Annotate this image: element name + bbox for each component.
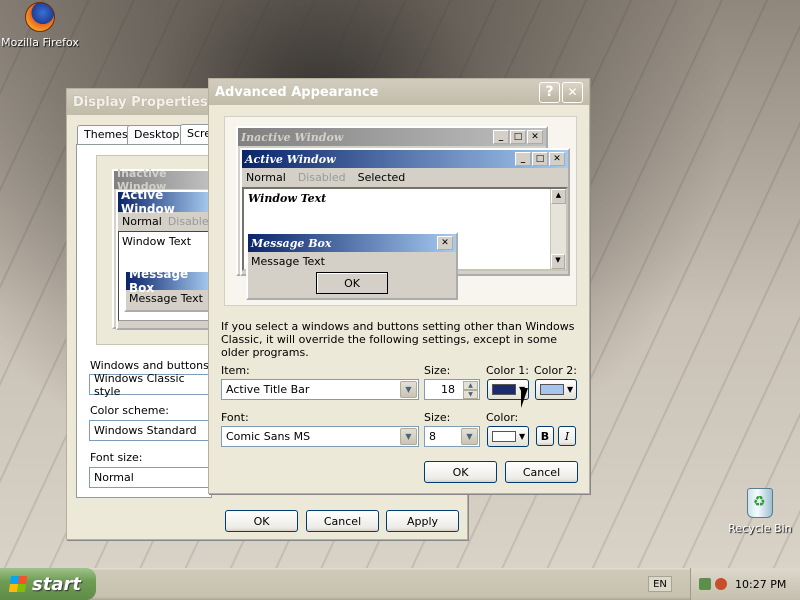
desktop-icon-recycle-bin[interactable]: Recycle Bin	[720, 488, 800, 535]
adv-preview-menu-normal: Normal	[246, 171, 286, 184]
window-title: Advanced Appearance	[215, 84, 379, 100]
close-icon: ✕	[549, 152, 565, 166]
color-scheme-value: Windows Standard	[94, 424, 197, 437]
dp-ok-button[interactable]: OK	[225, 510, 298, 532]
item-size-spinner[interactable]: 18 ▲ ▼	[424, 379, 480, 400]
adv-preview-inactive-titlebar: Inactive Window _ □ ✕	[238, 128, 546, 146]
preview-message-box: Message Box Message Text	[124, 267, 212, 312]
font-size-label: Font size:	[90, 451, 143, 464]
tab-desktop[interactable]: Desktop	[127, 125, 187, 144]
start-button[interactable]: start	[0, 568, 96, 600]
language-indicator[interactable]: EN	[648, 576, 672, 592]
spinner-arrows[interactable]: ▲ ▼	[463, 381, 478, 399]
font-color-swatch	[492, 431, 516, 442]
windows-buttons-value: Windows Classic style	[94, 371, 185, 398]
adv-preview-window-text: Window Text	[248, 192, 327, 205]
preview-window-text: Window Text	[122, 235, 192, 248]
adv-preview-message-titlebar: Message Box ✕	[248, 234, 456, 252]
desktop-icon-firefox[interactable]: Mozilla Firefox	[0, 2, 80, 49]
font-size-value: 8	[429, 430, 436, 443]
dp-apply-button[interactable]: Apply	[386, 510, 459, 532]
color2-label: Color 2:	[534, 364, 577, 377]
minimize-icon: _	[515, 152, 531, 166]
font-select[interactable]: Comic Sans MS ▼	[221, 426, 419, 447]
close-icon: ✕	[437, 236, 453, 250]
network-icon[interactable]	[699, 578, 711, 590]
adv-preview-menu-disabled: Disabled	[297, 171, 346, 184]
chevron-down-icon: ▼	[400, 381, 417, 398]
item-size-label: Size:	[424, 364, 451, 377]
windows-logo-icon	[8, 576, 28, 592]
color2-picker[interactable]: ▼	[535, 379, 577, 400]
clock[interactable]: 10:27 PM	[735, 578, 786, 591]
minimize-icon: _	[493, 130, 509, 144]
recycle-bin-icon	[747, 488, 773, 518]
adv-preview-ok-button: OK	[316, 272, 388, 294]
preview-menu-disabled: Disable	[167, 215, 209, 228]
desktop-icon-label: Mozilla Firefox	[1, 36, 79, 49]
font-size-label: Size:	[424, 411, 451, 424]
adv-preview-menu-selected: Selected	[357, 171, 406, 184]
adv-preview-inactive-title: Inactive Window	[241, 130, 344, 144]
color1-label: Color 1:	[486, 364, 529, 377]
maximize-icon: □	[532, 152, 548, 166]
security-alert-icon[interactable]	[715, 578, 727, 590]
font-color-label: Color:	[486, 411, 519, 424]
item-size-value: 18	[441, 383, 455, 396]
spin-down-icon[interactable]: ▼	[463, 390, 478, 399]
preview-active-title: Active Window	[118, 188, 210, 216]
maximize-icon: □	[510, 130, 526, 144]
chevron-down-icon: ▼	[400, 428, 417, 445]
font-size-select[interactable]: 8 ▼	[424, 426, 480, 447]
item-label: Item:	[221, 364, 250, 377]
color-scheme-label: Color scheme:	[90, 404, 169, 417]
advanced-appearance-titlebar[interactable]: Advanced Appearance ? ✕	[209, 79, 589, 105]
chevron-down-icon: ▼	[519, 432, 526, 441]
desktop-icon-label: Recycle Bin	[728, 522, 792, 535]
start-label: start	[32, 573, 81, 595]
adv-preview-active-title: Active Window	[245, 152, 336, 166]
font-size-value: Normal	[94, 471, 134, 484]
color1-swatch	[492, 384, 516, 395]
close-button[interactable]: ✕	[562, 81, 583, 103]
item-value: Active Title Bar	[226, 383, 310, 396]
adv-preview-message-title: Message Box	[251, 236, 332, 250]
preview-inactive-title: Inactive Window	[114, 167, 210, 193]
preview-message-text: Message Text	[129, 292, 203, 305]
adv-preview-message-box: Message Box ✕ Message Text OK	[246, 232, 458, 300]
help-button[interactable]: ?	[539, 81, 560, 103]
item-select[interactable]: Active Title Bar ▼	[221, 379, 419, 400]
color-scheme-select[interactable]: Windows Standard	[89, 420, 211, 441]
scroll-up-icon: ▲	[551, 189, 566, 204]
font-size-select[interactable]: Normal	[89, 467, 211, 488]
dp-cancel-button[interactable]: Cancel	[306, 510, 379, 532]
font-value: Comic Sans MS	[226, 430, 311, 443]
close-icon: ✕	[527, 130, 543, 144]
chevron-down-icon: ▼	[567, 385, 574, 394]
firefox-icon	[25, 2, 55, 32]
info-text: If you select a windows and buttons sett…	[221, 320, 575, 359]
window-title: Display Properties	[73, 94, 208, 110]
preview-menu-normal: Normal	[122, 215, 162, 228]
preview-message-box-title: Message Box	[126, 267, 210, 295]
taskbar: start EN 10:27 PM	[0, 568, 800, 600]
adv-preview-message-text: Message Text	[251, 255, 325, 268]
italic-button[interactable]: I	[558, 426, 576, 446]
adv-preview-active-titlebar: Active Window _ □ ✕	[242, 150, 568, 168]
bold-button[interactable]: B	[536, 426, 554, 446]
windows-buttons-label: Windows and buttons:	[90, 359, 213, 372]
scroll-down-icon: ▼	[551, 254, 565, 269]
chevron-down-icon: ▼	[461, 428, 478, 445]
adv-ok-button[interactable]: OK	[424, 461, 497, 483]
mouse-cursor-icon	[521, 388, 535, 408]
font-label: Font:	[221, 411, 249, 424]
color2-swatch	[540, 384, 564, 395]
system-tray: 10:27 PM	[690, 568, 800, 600]
adv-cancel-button[interactable]: Cancel	[505, 461, 578, 483]
spin-up-icon[interactable]: ▲	[463, 381, 478, 390]
preview-scrollbar: ▲ ▼	[550, 189, 566, 269]
font-color-picker[interactable]: ▼	[487, 426, 529, 447]
windows-buttons-select[interactable]: Windows Classic style	[89, 371, 211, 398]
